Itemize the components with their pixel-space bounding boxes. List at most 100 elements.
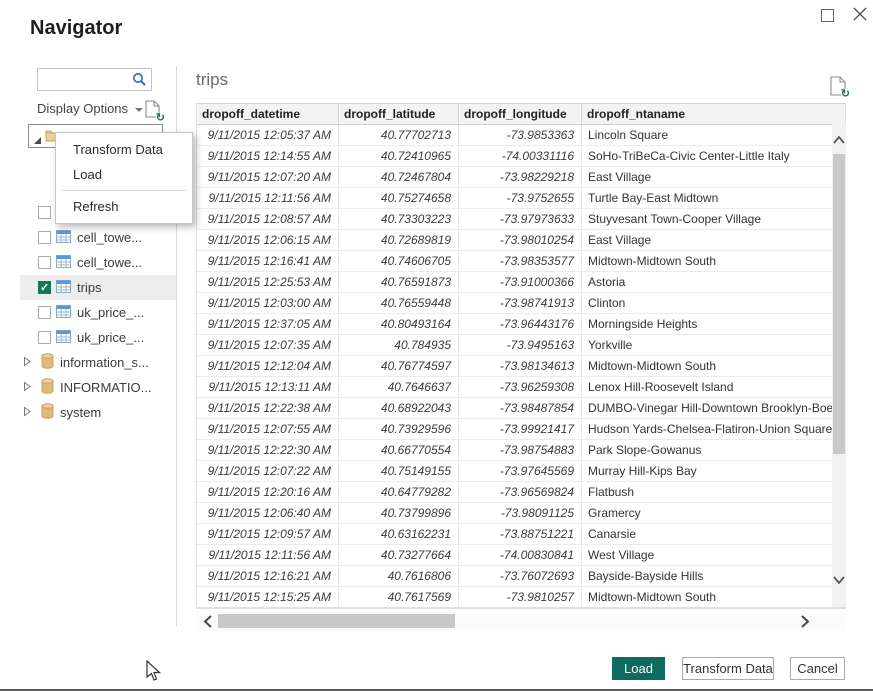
table-cell: 9/11/2015 12:06:15 AM — [197, 230, 339, 250]
vertical-scrollbar[interactable] — [832, 124, 846, 607]
context-menu-item[interactable]: Transform Data — [56, 137, 192, 162]
table-row: 9/11/2015 12:37:05 AM40.80493164-73.9644… — [197, 314, 845, 335]
scroll-down-icon[interactable] — [832, 573, 846, 591]
context-menu-item[interactable]: Refresh — [56, 194, 192, 219]
table-cell: 9/11/2015 12:07:20 AM — [197, 167, 339, 187]
table-cell: Clinton — [582, 293, 845, 313]
table-row: 9/11/2015 12:16:41 AM40.74606705-73.9835… — [197, 251, 845, 272]
table-cell: 9/11/2015 12:37:05 AM — [197, 314, 339, 334]
display-options-dropdown[interactable]: Display Options — [37, 101, 143, 116]
table-icon — [56, 330, 71, 346]
refresh-preview-icon[interactable]: ↻ — [830, 76, 847, 96]
table-cell: 9/11/2015 12:06:40 AM — [197, 503, 339, 523]
scroll-up-icon[interactable] — [832, 133, 846, 151]
vertical-scroll-thumb[interactable] — [833, 154, 845, 454]
table-checkbox[interactable] — [38, 231, 51, 244]
expand-triangle-icon[interactable] — [23, 355, 32, 370]
table-cell: 40.73277664 — [339, 545, 459, 565]
navigator-dialog: Navigator Display Options ↻ Transform Da… — [0, 0, 873, 691]
load-button[interactable]: Load — [612, 657, 665, 680]
table-cell: Hudson Yards-Chelsea-Flatiron-Union Squa… — [582, 419, 845, 439]
table-cell: 9/11/2015 12:11:56 AM — [197, 545, 339, 565]
table-cell: 40.80493164 — [339, 314, 459, 334]
table-row: 9/11/2015 12:07:22 AM40.75149155-73.9764… — [197, 461, 845, 482]
table-cell: SoHo-TriBeCa-Civic Center-Little Italy — [582, 146, 845, 166]
search-icon[interactable] — [132, 72, 147, 92]
table-icon — [56, 255, 71, 271]
database-label[interactable]: system — [60, 405, 101, 420]
table-cell: 40.7617569 — [339, 587, 459, 607]
expanded-triangle-icon[interactable] — [33, 132, 43, 150]
tree-item-database[interactable]: system — [20, 400, 176, 425]
table-cell: -73.98487854 — [459, 398, 582, 418]
table-cell: 40.73799896 — [339, 503, 459, 523]
cancel-button[interactable]: Cancel — [790, 657, 845, 680]
tree-item-table[interactable]: uk_price_... — [20, 325, 176, 350]
table-cell: -73.98353577 — [459, 251, 582, 271]
table-checkbox[interactable] — [38, 331, 51, 344]
database-label[interactable]: information_s... — [60, 355, 149, 370]
expand-triangle-icon[interactable] — [23, 405, 32, 420]
table-cell: 9/11/2015 12:07:22 AM — [197, 461, 339, 481]
table-cell: 40.74606705 — [339, 251, 459, 271]
table-checkbox[interactable] — [38, 281, 51, 294]
horizontal-scroll-thumb[interactable] — [218, 614, 455, 628]
scroll-right-icon[interactable] — [799, 614, 811, 634]
tree-item-table[interactable]: cell_towe... — [20, 250, 176, 275]
tree-item-table[interactable]: uk_price_... — [20, 300, 176, 325]
table-cell: -73.98134613 — [459, 356, 582, 376]
table-cell: 9/11/2015 12:14:55 AM — [197, 146, 339, 166]
table-cell: 40.76559448 — [339, 293, 459, 313]
table-cell: 40.75274658 — [339, 188, 459, 208]
tree-item-database[interactable]: INFORMATIO... — [20, 375, 176, 400]
table-cell: Morningside Heights — [582, 314, 845, 334]
table-cell: 40.73929596 — [339, 419, 459, 439]
refresh-arrows-icon: ↻ — [841, 89, 850, 99]
table-cell: Yorkville — [582, 335, 845, 355]
table-cell: 9/11/2015 12:15:25 AM — [197, 587, 339, 607]
table-cell: 40.72467804 — [339, 167, 459, 187]
tree-item-table[interactable]: cell_towe... — [20, 225, 176, 250]
table-cell: Murray Hill-Kips Bay — [582, 461, 845, 481]
database-icon — [41, 378, 54, 397]
table-cell: Bayside-Bayside Hills — [582, 566, 845, 586]
table-icon — [56, 305, 71, 321]
table-cell: -73.98229218 — [459, 167, 582, 187]
refresh-list-icon[interactable]: ↻ — [145, 100, 162, 120]
scroll-left-icon[interactable] — [202, 614, 214, 634]
table-cell: 9/11/2015 12:22:30 AM — [197, 440, 339, 460]
table-checkbox[interactable] — [38, 256, 51, 269]
table-row: 9/11/2015 12:05:37 AM40.77702713-73.9853… — [197, 125, 845, 146]
tree-item-table[interactable]: trips — [20, 275, 176, 300]
table-cell: Astoria — [582, 272, 845, 292]
table-cell: East Village — [582, 167, 845, 187]
table-cell: 40.72410965 — [339, 146, 459, 166]
context-menu-item[interactable]: Load — [56, 162, 192, 187]
table-label[interactable]: uk_price_... — [77, 330, 144, 345]
close-icon[interactable] — [851, 5, 869, 23]
search-input[interactable] — [41, 70, 131, 89]
table-row: 9/11/2015 12:07:55 AM40.73929596-73.9992… — [197, 419, 845, 440]
tree-item-database[interactable]: information_s... — [20, 350, 176, 375]
table-checkbox[interactable] — [38, 206, 51, 219]
table-cell: -73.76072693 — [459, 566, 582, 586]
table-header-row: dropoff_datetimedropoff_latitudedropoff_… — [197, 104, 845, 125]
table-cell: Canarsie — [582, 524, 845, 544]
transform-data-button[interactable]: Transform Data — [682, 657, 774, 680]
table-checkbox[interactable] — [38, 306, 51, 319]
expand-triangle-icon[interactable] — [23, 380, 32, 395]
table-cell: 9/11/2015 12:22:38 AM — [197, 398, 339, 418]
horizontal-scrollbar[interactable] — [196, 612, 845, 631]
table-cell: -73.9810257 — [459, 587, 582, 607]
database-label[interactable]: INFORMATIO... — [60, 380, 151, 395]
table-cell: Stuyvesant Town-Cooper Village — [582, 209, 845, 229]
context-menu: Transform DataLoad Refresh — [55, 132, 193, 224]
table-label[interactable]: uk_price_... — [77, 305, 144, 320]
table-cell: Midtown-Midtown South — [582, 251, 845, 271]
table-label[interactable]: trips — [77, 280, 102, 295]
maximize-icon[interactable] — [821, 9, 834, 22]
table-label[interactable]: cell_towe... — [77, 230, 142, 245]
table-label[interactable]: cell_towe... — [77, 255, 142, 270]
search-box[interactable] — [37, 68, 152, 91]
table-row: 9/11/2015 12:09:57 AM40.63162231-73.8875… — [197, 524, 845, 545]
